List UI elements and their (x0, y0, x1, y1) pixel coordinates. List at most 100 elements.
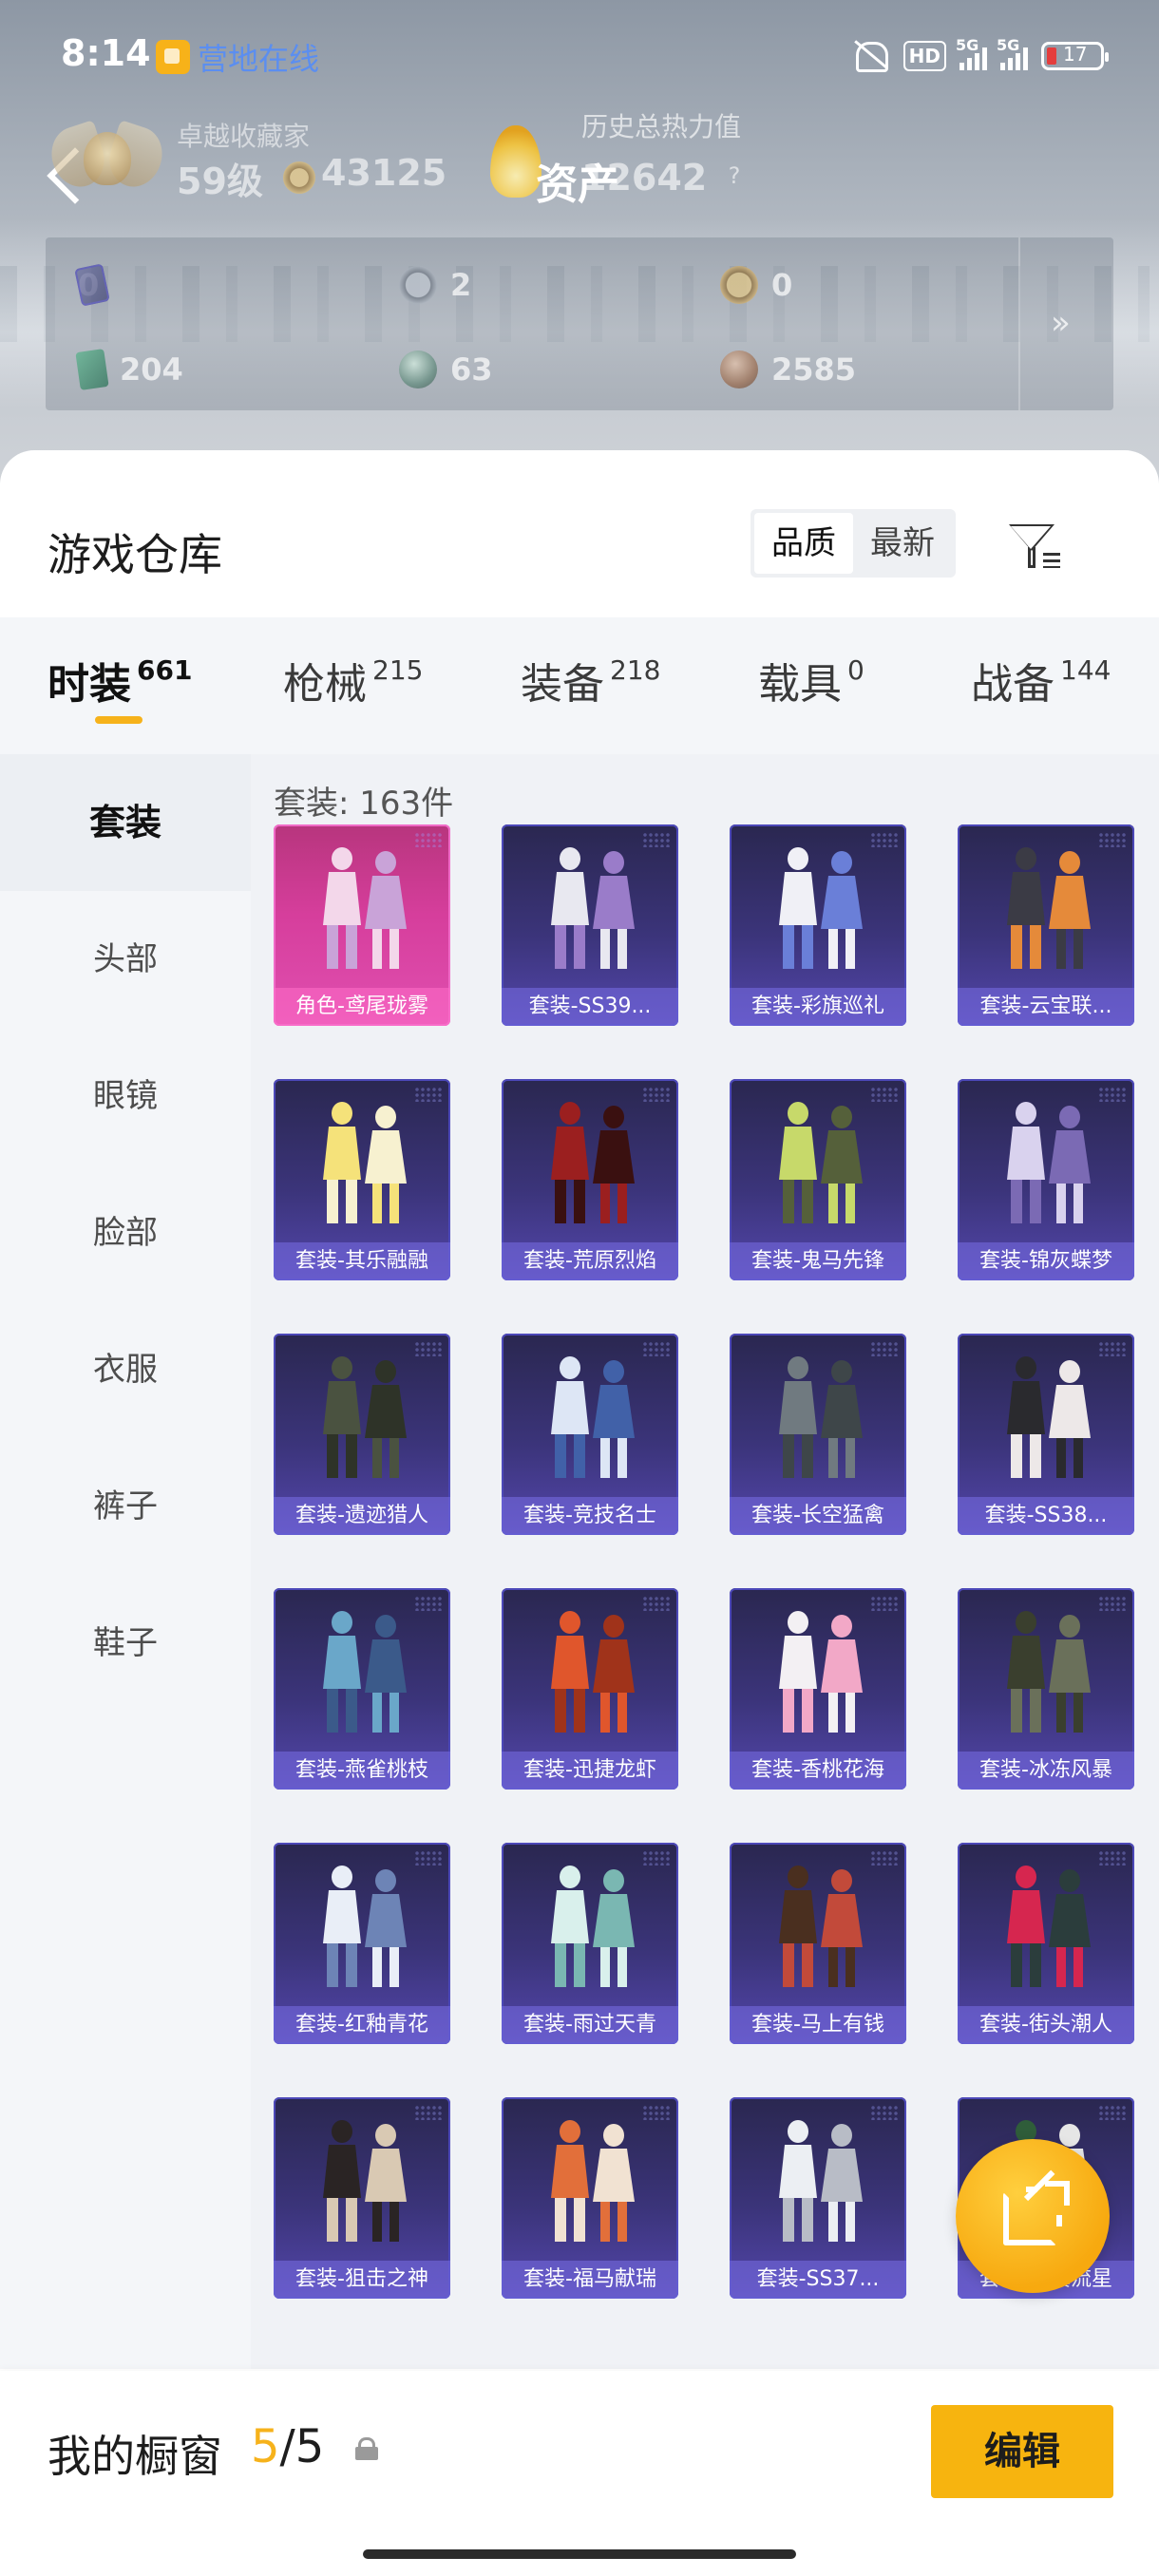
app-status-label: 营地在线 (198, 41, 320, 77)
showcase-bar: 我的橱窗 5/5 编辑 (0, 2371, 1159, 2576)
share-button[interactable] (956, 2139, 1110, 2293)
item-card[interactable]: 套装-狙击之神 (274, 2097, 450, 2299)
item-card[interactable]: 套装-香桃花海 (730, 1588, 906, 1790)
item-card[interactable]: 角色-鸢尾珑雾 (274, 824, 450, 1026)
signal-label-2: 5G (997, 36, 1020, 54)
showcase-current: 5 (251, 2420, 280, 2473)
system-icons: HD 5G 5G 17 (850, 36, 1109, 72)
tab-label: 时装 (48, 660, 131, 709)
item-card[interactable]: 套装-红釉青花 (274, 1843, 450, 2044)
sort-newest[interactable]: 最新 (853, 513, 952, 574)
outfit-thumbnail (551, 1356, 635, 1478)
tab-count: 0 (847, 654, 864, 686)
outfit-thumbnail (323, 1356, 407, 1478)
battery-percent: 17 (1063, 43, 1088, 66)
item-card[interactable]: 套装-冰冻风暴 (958, 1588, 1134, 1790)
showcase-count: 5/5 (251, 2420, 324, 2473)
sidebar-item-shoes[interactable]: 鞋子 (0, 1575, 251, 1712)
item-card[interactable]: 套装-马上有钱 (730, 1843, 906, 2044)
tab-count: 144 (1060, 654, 1112, 686)
item-label: 套装-冰冻风暴 (958, 1752, 1134, 1790)
tab-label: 战备 (971, 660, 1054, 709)
item-card[interactable]: 套装-燕雀桃枝 (274, 1588, 450, 1790)
item-label: 角色-鸢尾珑雾 (274, 988, 450, 1026)
filter-icon[interactable] (1005, 517, 1066, 574)
sidebar-item-pants[interactable]: 裤子 (0, 1438, 251, 1575)
outfit-thumbnail (1007, 1611, 1091, 1733)
currency-item: 63 (399, 346, 493, 393)
currency-value: 0 (771, 267, 793, 303)
item-card[interactable]: 套装-SS37... (730, 2097, 906, 2299)
tab-supplies[interactable]: 战备 144 (971, 650, 1111, 726)
signal-icon: 5G (956, 36, 987, 70)
currency-panel[interactable]: 0 2 0 204 63 2585 » (46, 237, 1113, 410)
item-card[interactable]: 套装-锦灰蝶梦 (958, 1079, 1134, 1280)
tab-fashion[interactable]: 时装 661 (48, 650, 192, 726)
sidebar-item-glasses[interactable]: 眼镜 (0, 1028, 251, 1165)
currency-value: 63 (450, 351, 493, 388)
status-bar: 8:14 营地在线 HD 5G 5G 17 (0, 27, 1159, 87)
tab-label: 载具 (758, 660, 842, 709)
currency-item: 2585 (720, 346, 856, 393)
sort-quality[interactable]: 品质 (754, 513, 853, 574)
outfit-thumbnail (323, 1102, 407, 1223)
item-card[interactable]: 套装-鬼马先锋 (730, 1079, 906, 1280)
signal-icon-2: 5G (997, 36, 1028, 70)
battery-level (1047, 47, 1056, 65)
orb-icon (399, 350, 437, 388)
tab-equipment[interactable]: 装备 218 (521, 650, 660, 726)
item-card[interactable]: 套装-遗迹猎人 (274, 1334, 450, 1535)
sidebar-item-clothes[interactable]: 衣服 (0, 1301, 251, 1438)
item-label: 套装-竞技名士 (502, 1497, 678, 1535)
tab-label: 枪械 (283, 660, 367, 709)
active-tab-indicator (95, 716, 142, 724)
item-card[interactable]: 套装-彩旗巡礼 (730, 824, 906, 1026)
badge-core (84, 132, 131, 185)
heat-label: 历史总热力值 (581, 111, 742, 142)
item-card[interactable]: 套装-云宝联... (958, 824, 1134, 1026)
currency-item: 0 (74, 261, 110, 309)
item-card[interactable]: 套装-迅捷龙虾 (502, 1588, 678, 1790)
item-label: 套装-福马献瑞 (502, 2261, 678, 2299)
showcase-total: /5 (279, 2420, 325, 2473)
more-arrow-icon[interactable]: » (1051, 304, 1098, 342)
item-card[interactable]: 套装-福马献瑞 (502, 2097, 678, 2299)
item-card[interactable]: 套装-其乐融融 (274, 1079, 450, 1280)
item-card[interactable]: 套装-荒原烈焰 (502, 1079, 678, 1280)
rank-title: 卓越收藏家 (177, 121, 311, 152)
currency-item: 2 (399, 261, 471, 309)
filter-lines (1043, 553, 1060, 568)
sidebar-item-head[interactable]: 头部 (0, 891, 251, 1028)
tab-weapons[interactable]: 枪械 215 (283, 650, 423, 726)
outfit-thumbnail (779, 1611, 863, 1733)
share-arrow-head (1045, 2181, 1070, 2206)
points-coin-icon (283, 161, 315, 194)
outfit-thumbnail (551, 847, 635, 969)
tab-vehicles[interactable]: 载具 0 (758, 650, 864, 726)
outfit-thumbnail (779, 2120, 863, 2242)
item-label: 套装-SS38... (958, 1497, 1134, 1535)
category-tabs: 时装 661 枪械 215 装备 218 载具 0 战备 144 (0, 617, 1159, 754)
tab-count: 218 (610, 654, 661, 686)
item-label: 套装-马上有钱 (730, 2006, 906, 2044)
item-label: 套装-SS37... (730, 2261, 906, 2299)
sidebar-item-face[interactable]: 脸部 (0, 1165, 251, 1301)
edit-button[interactable]: 编辑 (931, 2405, 1113, 2498)
outfit-thumbnail (323, 1866, 407, 1987)
mute-icon (850, 40, 890, 72)
item-label: 套装-红釉青花 (274, 2006, 450, 2044)
outfit-thumbnail (779, 1356, 863, 1478)
outfit-thumbnail (551, 1611, 635, 1733)
item-card[interactable]: 套装-竞技名士 (502, 1334, 678, 1535)
item-card[interactable]: 套装-雨过天青 (502, 1843, 678, 2044)
item-card[interactable]: 套装-SS38... (958, 1334, 1134, 1535)
camp-app-icon (156, 40, 190, 74)
suit-count: 套装: 163件 (274, 785, 454, 823)
gold-coin-icon (720, 266, 758, 304)
item-card[interactable]: 套装-SS39... (502, 824, 678, 1026)
sidebar-item-suits[interactable]: 套装 (0, 754, 251, 891)
item-label: 套装-街头潮人 (958, 2006, 1134, 2044)
item-card[interactable]: 套装-街头潮人 (958, 1843, 1134, 2044)
help-icon[interactable]: ? (718, 160, 750, 192)
item-card[interactable]: 套装-长空猛禽 (730, 1334, 906, 1535)
